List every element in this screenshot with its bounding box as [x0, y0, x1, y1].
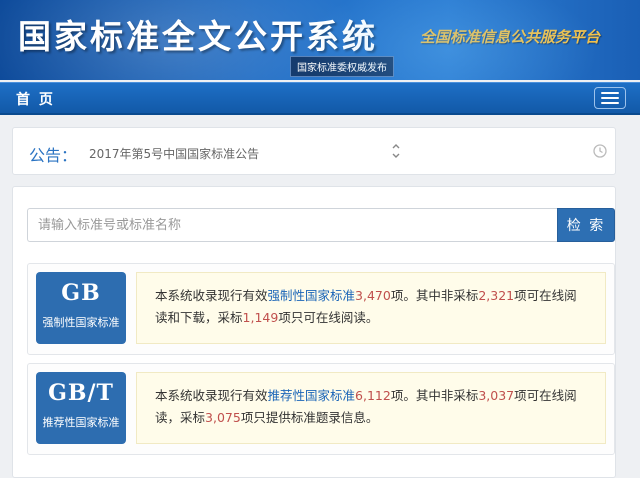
gb-badge[interactable]: GB 强制性国家标准: [36, 272, 126, 344]
site-title: 国家标准全文公开系统: [18, 17, 378, 56]
notice-text[interactable]: 2017年第5号中国国家标准公告: [89, 145, 259, 162]
desc-text: 项只提供标准题录信息。: [240, 410, 379, 425]
desc-text: 本系统收录现行有效: [155, 288, 268, 303]
hamburger-bar: [601, 102, 619, 104]
badge-code: GB: [61, 280, 101, 306]
desc-text: 项。其中非采标: [390, 388, 479, 403]
badge-name: 强制性国家标准: [42, 316, 120, 329]
authority-badge: 国家标准委权威发布: [290, 56, 394, 77]
badge-code: GB/T: [48, 380, 114, 406]
desc-text: 本系统收录现行有效: [155, 388, 268, 403]
main-nav: 首 页: [0, 82, 640, 115]
up-down-chevron-icon[interactable]: [391, 141, 401, 161]
adopted-count: 1,149: [242, 310, 279, 325]
main-content: 检 索 GB 强制性国家标准 本系统收录现行有效强制性国家标准3,470项。其中…: [12, 186, 616, 478]
hamburger-bar: [601, 92, 619, 94]
adopted-count: 3,075: [205, 410, 241, 425]
badge-name: 推荐性国家标准: [42, 416, 120, 429]
standard-card-gb: GB 强制性国家标准 本系统收录现行有效强制性国家标准3,470项。其中非采标2…: [27, 263, 615, 355]
site-banner: 国家标准全文公开系统 全国标准信息公共服务平台 国家标准委权威发布: [0, 0, 640, 80]
recommended-standard-link[interactable]: 推荐性国家标准: [268, 388, 356, 403]
total-count: 3,470: [355, 288, 391, 303]
hamburger-bar: [601, 97, 619, 99]
notice-bar: 公告： 2017年第5号中国国家标准公告: [12, 127, 616, 175]
gbt-badge[interactable]: GB/T 推荐性国家标准: [36, 372, 126, 444]
standard-description: 本系统收录现行有效强制性国家标准3,470项。其中非采标2,321项可在线阅读和…: [136, 272, 606, 344]
total-count: 6,112: [355, 388, 391, 403]
mandatory-standard-link[interactable]: 强制性国家标准: [268, 288, 356, 303]
hamburger-icon[interactable]: [594, 87, 626, 109]
clock-icon: [593, 144, 607, 158]
search-input[interactable]: [27, 208, 557, 242]
non-adopted-count: 2,321: [478, 288, 515, 303]
standard-description: 本系统收录现行有效推荐性国家标准6,112项。其中非采标3,037项可在线阅读，…: [136, 372, 606, 444]
nav-home-link[interactable]: 首 页: [16, 89, 55, 109]
desc-text: 项只可在线阅读。: [278, 310, 379, 325]
standard-card-gbt: GB/T 推荐性国家标准 本系统收录现行有效推荐性国家标准6,112项。其中非采…: [27, 363, 615, 455]
site-slogan: 全国标准信息公共服务平台: [420, 28, 601, 46]
desc-text: 项。其中非采标: [390, 288, 479, 303]
search-button[interactable]: 检 索: [557, 208, 615, 242]
notice-label: 公告：: [29, 146, 78, 165]
non-adopted-count: 3,037: [478, 388, 515, 403]
